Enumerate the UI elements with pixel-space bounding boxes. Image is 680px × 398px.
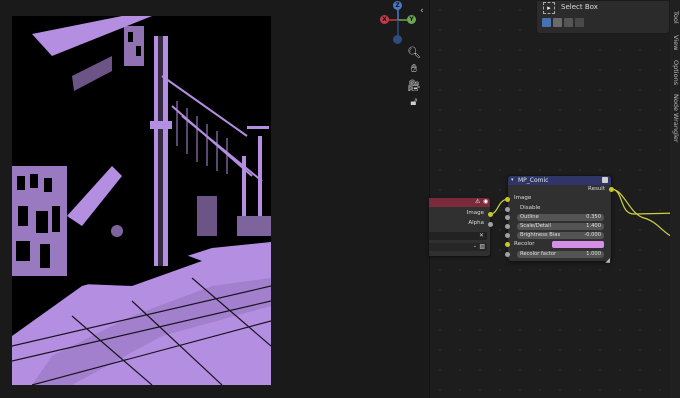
image-input-socket[interactable] <box>505 197 510 202</box>
tab-node-wrangler[interactable]: Node Wrangler <box>670 92 680 144</box>
select-box-label[interactable]: Select Box <box>561 3 598 11</box>
brightness-socket[interactable] <box>505 233 510 238</box>
tab-tool[interactable]: Tool <box>670 6 680 28</box>
resize-handle-icon[interactable]: ◢ <box>605 257 610 264</box>
mode-extend-icon[interactable] <box>553 18 562 27</box>
disable-label[interactable]: Disable <box>520 205 540 211</box>
source-dropdown[interactable]: ⌄ ▧ <box>429 243 487 251</box>
alpha-output-socket[interactable] <box>488 222 493 227</box>
node-title: MP_Comic <box>518 177 549 184</box>
tab-view[interactable]: View <box>670 33 680 53</box>
recolor-factor-label: Recolor factor <box>520 251 557 257</box>
image-selector[interactable]: ✕ <box>429 232 487 240</box>
mode-subtract-icon[interactable] <box>564 18 573 27</box>
eye-icon[interactable]: ◉ <box>483 198 488 205</box>
mode-new-icon[interactable] <box>542 18 551 27</box>
3d-viewport[interactable]: Z X Y 🔍︎ ✋︎ 🎥︎ 🔓︎ ‹ <box>0 0 428 398</box>
select-box-icon[interactable]: ▸ <box>543 2 555 14</box>
chevron-left-icon[interactable]: ‹ <box>420 6 424 16</box>
chevron-down-icon: ⌄ <box>472 243 477 249</box>
mp-comic-node[interactable]: ▾ MP_Comic Result Image Disable Outline … <box>505 175 614 264</box>
y-axis-icon[interactable]: Y <box>407 15 416 24</box>
output-alpha-label: Alpha <box>468 220 484 226</box>
recolor-factor-value: 1.000 <box>586 251 601 257</box>
axis-gizmo[interactable]: Z X Y <box>378 0 418 46</box>
output-image-label: Image <box>466 210 484 216</box>
magnifier-icon[interactable]: 🔍︎ <box>407 46 421 60</box>
tool-popup: ▸ Select Box <box>536 0 670 34</box>
camera-icon[interactable]: 🎥︎ <box>407 79 421 93</box>
close-icon[interactable]: ✕ <box>479 232 484 239</box>
collapse-chevron-icon[interactable]: ▾ <box>511 177 514 183</box>
result-label: Result <box>588 186 605 192</box>
recolor-swatch[interactable] <box>552 241 604 248</box>
hand-icon[interactable]: ✋︎ <box>407 62 421 76</box>
recolor-factor-field[interactable]: Recolor factor 1.000 <box>517 251 604 258</box>
input-node[interactable]: ⚠ ◉ Image Alpha ✕ ⌄ ▧ <box>429 198 493 256</box>
node-tree-icon: ▧ <box>479 243 485 250</box>
sidebar-tabs: Tool View Options Node Wrangler <box>670 0 680 398</box>
lock-icon[interactable]: 🔓︎ <box>407 95 421 109</box>
recolor-factor-socket[interactable] <box>505 252 510 257</box>
outline-socket[interactable] <box>505 215 510 220</box>
mode-intersect-icon[interactable] <box>575 18 584 27</box>
recolor-socket[interactable] <box>505 242 510 247</box>
image-output-socket[interactable] <box>488 212 493 217</box>
outline-value: 0.350 <box>586 214 601 220</box>
brightness-bias-field[interactable]: Brightness Bias -0.000 <box>517 232 604 239</box>
recolor-label: Recolor <box>514 241 535 247</box>
render-preview <box>12 16 271 385</box>
scale-detail-field[interactable]: Scale/Detail 1.400 <box>517 223 604 230</box>
tab-options[interactable]: Options <box>670 58 680 88</box>
result-output-socket[interactable] <box>609 187 614 192</box>
node-group-icon[interactable] <box>602 177 608 183</box>
scale-socket[interactable] <box>505 224 510 229</box>
x-axis-icon[interactable]: X <box>380 15 389 24</box>
warning-icon: ⚠ <box>475 198 481 205</box>
node-header[interactable]: ▾ MP_Comic <box>508 176 611 185</box>
z-axis-icon[interactable]: Z <box>393 1 402 10</box>
node-header[interactable]: ⚠ ◉ <box>429 198 490 207</box>
brightness-label: Brightness Bias <box>520 232 561 238</box>
scale-label: Scale/Detail <box>520 223 551 229</box>
outline-label: Outline <box>520 214 539 220</box>
brightness-value: -0.000 <box>584 232 601 238</box>
image-input-label: Image <box>514 195 532 201</box>
neg-z-axis-icon[interactable] <box>393 35 402 44</box>
disable-socket[interactable] <box>505 207 510 212</box>
outline-field[interactable]: Outline 0.350 <box>517 214 604 221</box>
scale-value: 1.400 <box>586 223 601 229</box>
